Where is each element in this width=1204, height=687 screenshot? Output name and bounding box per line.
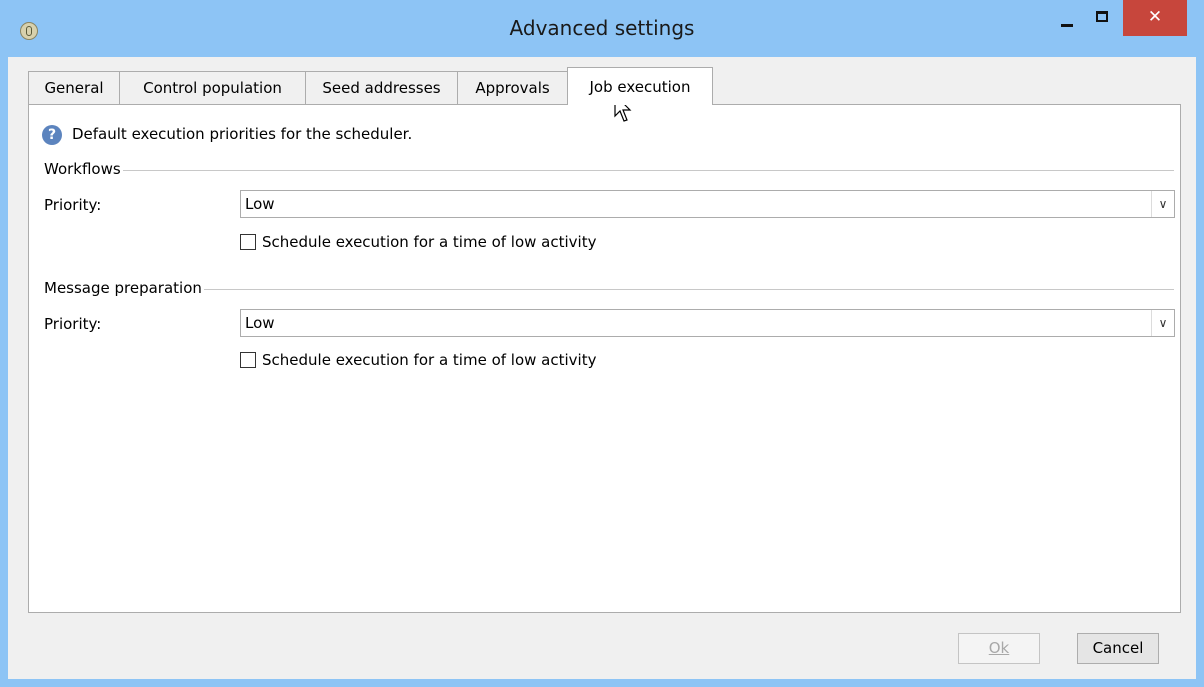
tab-seed-addresses[interactable]: Seed addresses [305, 71, 458, 104]
workflows-divider [44, 170, 1174, 171]
title-bar[interactable]: Advanced settings ✕ [0, 0, 1204, 57]
ok-button[interactable]: Ok [958, 633, 1040, 664]
tab-general[interactable]: General [28, 71, 120, 104]
workflows-schedule-label[interactable]: Schedule execution for a time of low act… [262, 233, 596, 251]
chevron-down-icon[interactable]: ∨ [1151, 191, 1174, 217]
close-button[interactable]: ✕ [1123, 0, 1187, 36]
workflows-priority-value: Low [245, 195, 275, 213]
cancel-button-label: Cancel [1092, 639, 1144, 657]
message-preparation-group-label: Message preparation [44, 279, 204, 297]
workflows-group-label: Workflows [44, 160, 123, 178]
chevron-down-icon[interactable]: ∨ [1151, 310, 1174, 336]
workflows-priority-select[interactable]: Low ∨ [240, 190, 1175, 218]
window-title: Advanced settings [509, 16, 695, 40]
tab-approvals[interactable]: Approvals [457, 71, 568, 104]
minimize-button[interactable] [1050, 0, 1084, 38]
dialog-body: General Control population Seed addresse… [8, 57, 1196, 679]
tab-control-population[interactable]: Control population [119, 71, 306, 104]
help-icon: ? [42, 125, 62, 145]
message-preparation-schedule-checkbox[interactable] [240, 352, 256, 368]
workflows-schedule-checkbox[interactable] [240, 234, 256, 250]
message-preparation-schedule-label[interactable]: Schedule execution for a time of low act… [262, 351, 596, 369]
message-preparation-priority-select[interactable]: Low ∨ [240, 309, 1175, 337]
message-preparation-priority-value: Low [245, 314, 275, 332]
job-execution-panel: ? Default execution priorities for the s… [28, 104, 1181, 613]
tab-job-execution[interactable]: Job execution [567, 67, 713, 105]
ok-button-label: Ok [988, 639, 1010, 657]
dialog-window: Advanced settings ✕ General Control popu… [0, 0, 1204, 687]
workflows-priority-label: Priority: [44, 196, 102, 214]
message-preparation-priority-label: Priority: [44, 315, 102, 333]
message-preparation-divider [44, 289, 1174, 290]
close-icon: ✕ [1147, 7, 1163, 27]
cancel-button[interactable]: Cancel [1077, 633, 1159, 664]
info-text: Default execution priorities for the sch… [72, 125, 413, 143]
maximize-button[interactable] [1086, 0, 1120, 38]
